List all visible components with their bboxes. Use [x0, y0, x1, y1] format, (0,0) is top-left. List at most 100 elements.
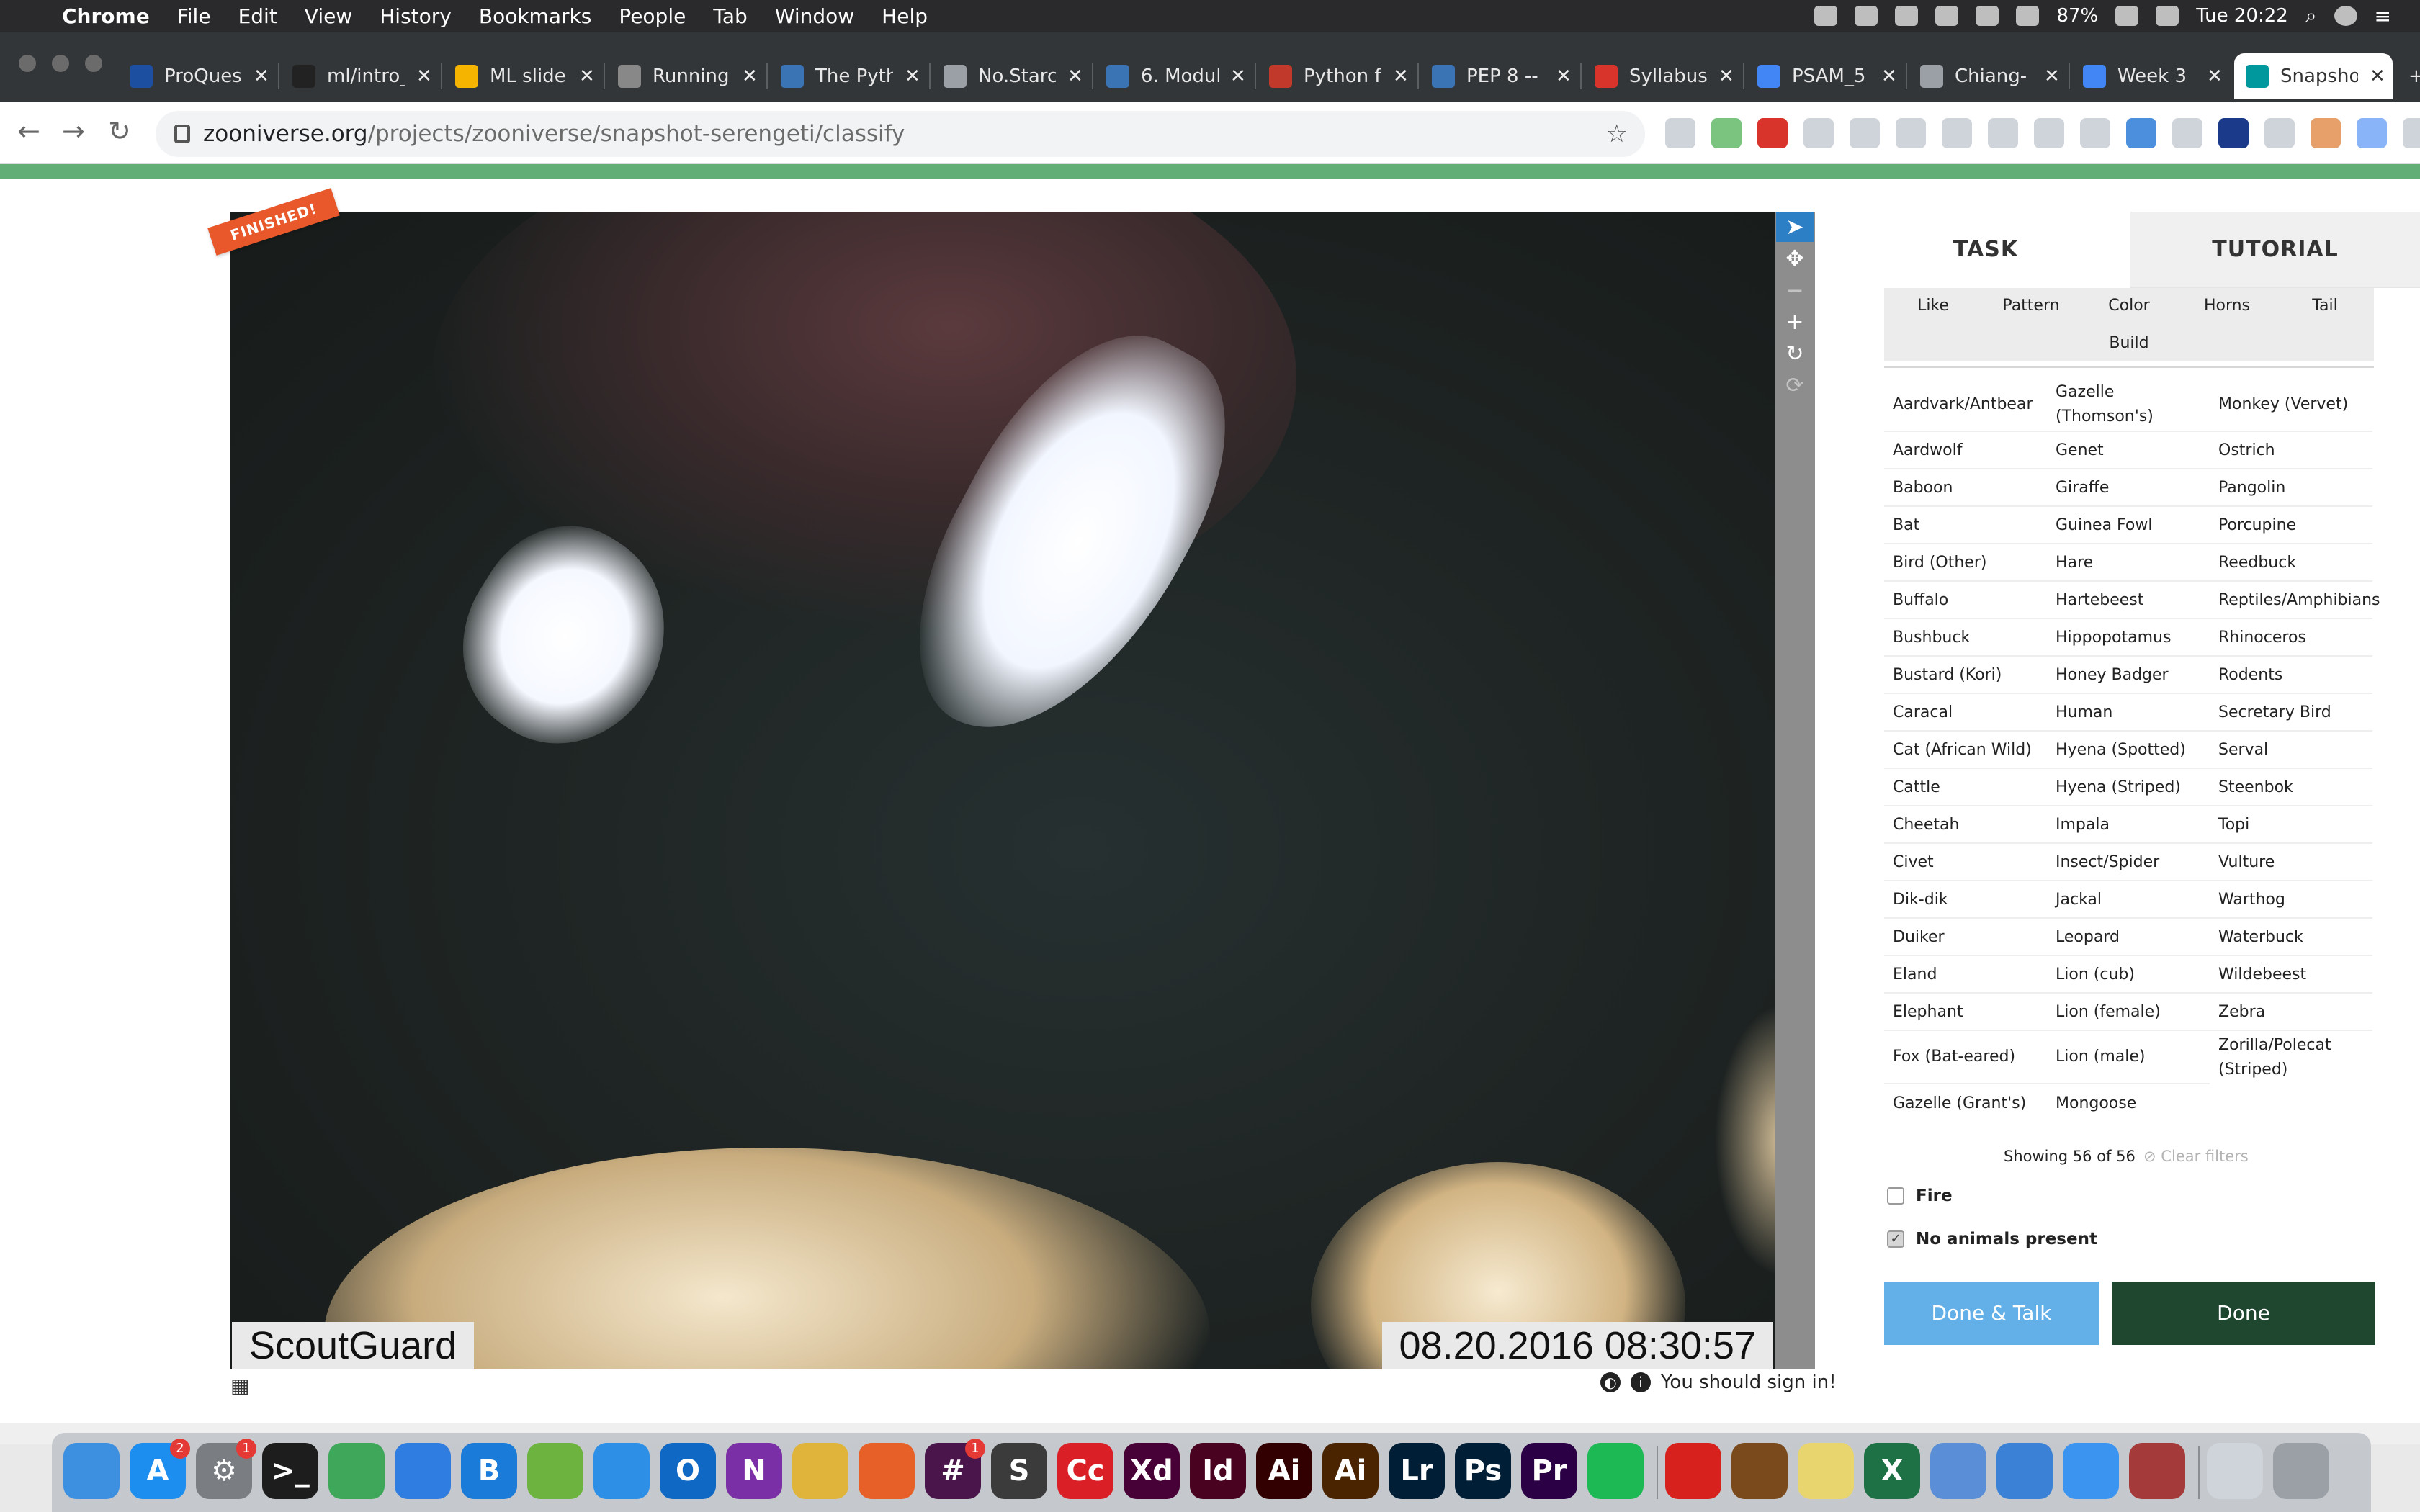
menu-file[interactable]: File: [177, 4, 211, 28]
browser-tab[interactable]: Python f ✕: [1258, 53, 1416, 99]
cloud-icon[interactable]: [1976, 6, 1999, 26]
close-window-button[interactable]: [19, 55, 36, 72]
species-choice[interactable]: Dik-dik: [1884, 881, 2047, 919]
new-tab-button[interactable]: +: [2397, 53, 2420, 99]
species-choice[interactable]: Bat: [1884, 507, 2047, 544]
species-choice[interactable]: Zorilla/Polecat (Striped): [2210, 1031, 2372, 1084]
extension-icon[interactable]: [1942, 118, 1972, 148]
bookmark-star-icon[interactable]: ☆: [1606, 120, 1628, 148]
tab-close-icon[interactable]: ✕: [1067, 66, 1083, 87]
menu-window[interactable]: Window: [775, 4, 854, 28]
extension-icon[interactable]: [2080, 118, 2110, 148]
browser-tab[interactable]: PEP 8 -- ✕: [1420, 53, 1579, 99]
species-choice[interactable]: Reedbuck: [2210, 544, 2372, 582]
info-icon[interactable]: i: [1631, 1372, 1651, 1392]
clock[interactable]: Tue 20:22: [2196, 5, 2288, 27]
browser-tab[interactable]: Chiang- ✕: [1909, 53, 2067, 99]
species-choice[interactable]: Eland: [1884, 956, 2047, 994]
menu-help[interactable]: Help: [882, 4, 928, 28]
species-choice[interactable]: Secretary Bird: [2210, 694, 2372, 732]
clear-filters-button[interactable]: ⊘ Clear filters: [2143, 1148, 2249, 1165]
tab-close-icon[interactable]: ✕: [1718, 66, 1734, 87]
dock-app-icon[interactable]: [2273, 1443, 2329, 1499]
zoom-window-button[interactable]: [85, 55, 102, 72]
dock-app-icon[interactable]: [859, 1443, 915, 1499]
extension-icon[interactable]: [2403, 118, 2420, 148]
extension-icon[interactable]: [2218, 118, 2249, 148]
filter-color[interactable]: Color: [2080, 288, 2178, 324]
tab-close-icon[interactable]: ✕: [2044, 66, 2060, 87]
browser-tab[interactable]: Running ✕: [606, 53, 765, 99]
species-choice[interactable]: Hippopotamus: [2047, 619, 2210, 657]
siri-icon[interactable]: [2334, 6, 2357, 26]
species-choice[interactable]: Elephant: [1884, 994, 2047, 1031]
dock-app-icon[interactable]: [1996, 1443, 2053, 1499]
browser-tab[interactable]: ML slide ✕: [444, 53, 602, 99]
species-choice[interactable]: Guinea Fowl: [2047, 507, 2210, 544]
zoom-in-icon[interactable]: +: [1776, 307, 1814, 337]
tab-task[interactable]: TASK: [1841, 212, 2130, 288]
dock-app-icon[interactable]: [2129, 1443, 2185, 1499]
species-choice[interactable]: Wildebeest: [2210, 956, 2372, 994]
species-choice[interactable]: Lion (cub): [2047, 956, 2210, 994]
species-choice[interactable]: Hyena (Spotted): [2047, 732, 2210, 769]
dock-app-icon[interactable]: O: [660, 1443, 716, 1499]
spotlight-search-icon[interactable]: ⌕: [2305, 4, 2317, 28]
browser-tab[interactable]: Snapsho ✕: [2234, 53, 2393, 99]
species-choice[interactable]: Honey Badger: [2047, 657, 2210, 694]
tab-close-icon[interactable]: ✕: [2207, 66, 2223, 87]
extension-icon[interactable]: [2357, 118, 2387, 148]
species-choice[interactable]: Mongoose: [2047, 1084, 2210, 1122]
menu-app-name[interactable]: Chrome: [62, 4, 150, 28]
zoom-out-icon[interactable]: −: [1776, 275, 1814, 305]
menu-history[interactable]: History: [380, 4, 452, 28]
browser-tab[interactable]: No.Starc ✕: [932, 53, 1090, 99]
species-choice[interactable]: Impala: [2047, 806, 2210, 844]
extension-icon[interactable]: [2311, 118, 2341, 148]
minimize-window-button[interactable]: [52, 55, 69, 72]
tab-close-icon[interactable]: ✕: [1556, 66, 1572, 87]
tab-close-icon[interactable]: ✕: [2370, 66, 2385, 87]
browser-tab[interactable]: Syllabus ✕: [1583, 53, 1742, 99]
species-choice[interactable]: Fox (Bat-eared): [1884, 1031, 2047, 1084]
rotate-icon[interactable]: ↻: [1776, 338, 1814, 369]
browser-tab[interactable]: ml/intro_ ✕: [281, 53, 439, 99]
species-choice[interactable]: Monkey (Vervet): [2210, 379, 2372, 432]
dock-app-icon[interactable]: [1930, 1443, 1986, 1499]
extension-icon[interactable]: [2126, 118, 2156, 148]
species-choice[interactable]: Aardvark/Antbear: [1884, 379, 2047, 432]
menu-edit[interactable]: Edit: [238, 4, 277, 28]
filter-pattern[interactable]: Pattern: [1982, 288, 2080, 324]
species-choice[interactable]: Hyena (Striped): [2047, 769, 2210, 806]
species-choice[interactable]: Lion (female): [2047, 994, 2210, 1031]
dock-app-icon[interactable]: X: [1864, 1443, 1920, 1499]
species-choice[interactable]: Human: [2047, 694, 2210, 732]
extension-icon[interactable]: [1850, 118, 1880, 148]
species-choice[interactable]: Cheetah: [1884, 806, 2047, 844]
dock-app-icon[interactable]: [593, 1443, 650, 1499]
browser-tab[interactable]: The Pyth ✕: [769, 53, 928, 99]
browser-tab[interactable]: PSAM_5 ✕: [1746, 53, 1904, 99]
dock-app-icon[interactable]: [1731, 1443, 1788, 1499]
species-choice[interactable]: Steenbok: [2210, 769, 2372, 806]
species-choice[interactable]: Aardwolf: [1884, 432, 2047, 469]
dock-app-icon[interactable]: [1798, 1443, 1854, 1499]
species-choice[interactable]: Caracal: [1884, 694, 2047, 732]
bluetooth-icon[interactable]: [1935, 6, 1959, 26]
dock-app-icon[interactable]: Ai: [1256, 1443, 1312, 1499]
dock-app-icon[interactable]: [395, 1443, 451, 1499]
subject-image[interactable]: ScoutGuard 08.20.2016 08:30:57: [230, 212, 1775, 1369]
dock-app-icon[interactable]: Ps: [1455, 1443, 1511, 1499]
dock-app-icon[interactable]: [2207, 1443, 2263, 1499]
species-choice[interactable]: Ostrich: [2210, 432, 2372, 469]
browser-tab[interactable]: Week 3 ✕: [2071, 53, 2230, 99]
species-choice[interactable]: Insect/Spider: [2047, 844, 2210, 881]
tab-tutorial[interactable]: TUTORIAL: [2130, 212, 2420, 288]
species-choice[interactable]: Reptiles/Amphibians: [2210, 582, 2380, 619]
species-choice[interactable]: Giraffe: [2047, 469, 2210, 507]
tab-close-icon[interactable]: ✕: [254, 66, 269, 87]
species-choice[interactable]: Cat (African Wild): [1884, 732, 2047, 769]
species-choice[interactable]: Bustard (Kori): [1884, 657, 2047, 694]
keyboard-icon[interactable]: [2156, 6, 2179, 26]
species-choice[interactable]: Bushbuck: [1884, 619, 2047, 657]
